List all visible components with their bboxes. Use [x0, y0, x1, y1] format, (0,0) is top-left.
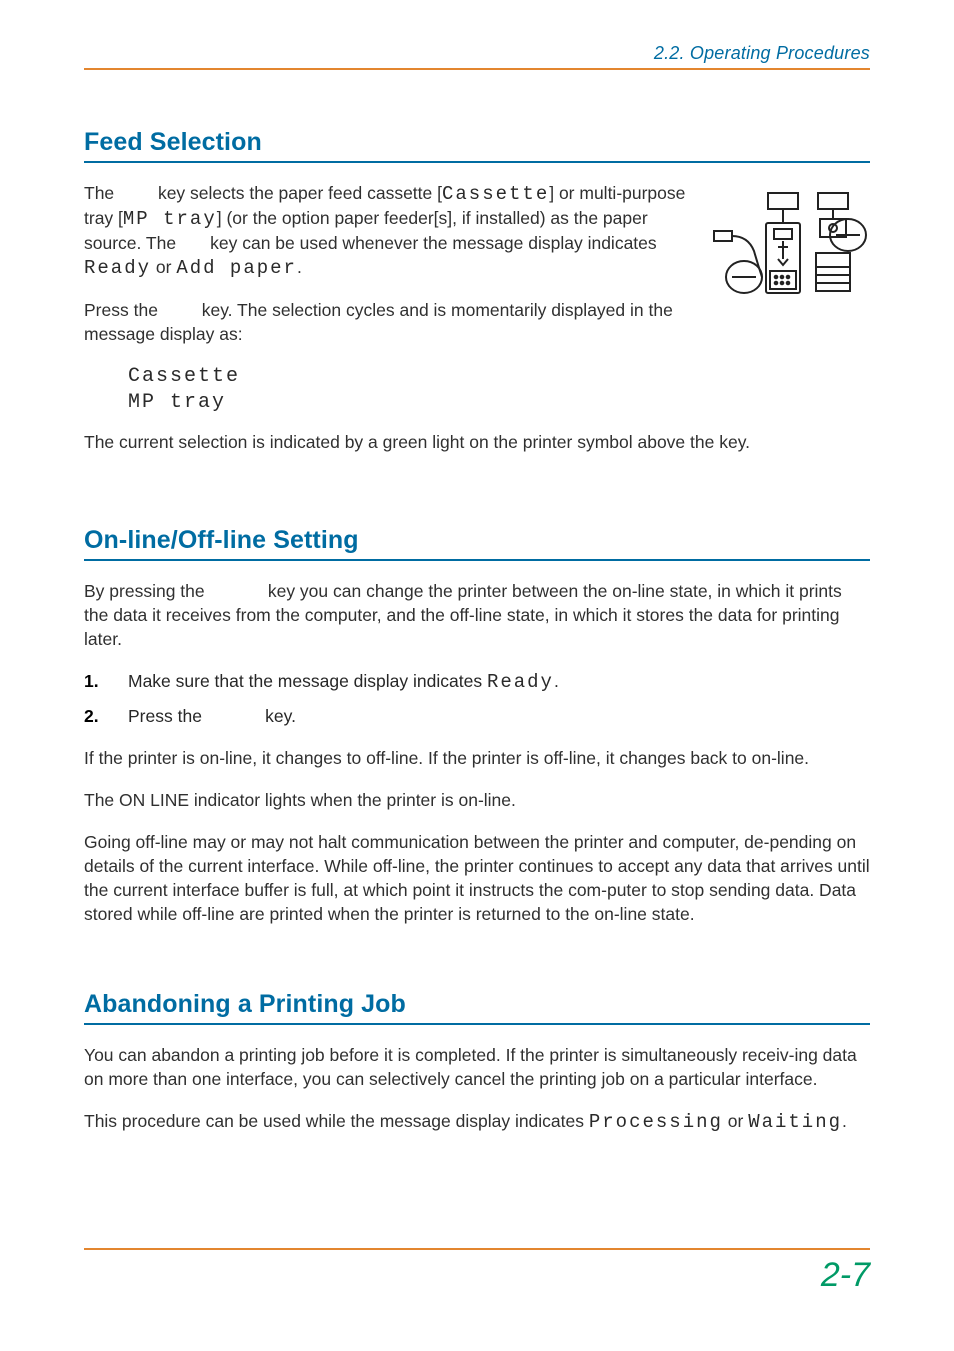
body-text: The key selects the paper feed cassette …	[84, 181, 688, 280]
step-item: Press the key.	[84, 704, 870, 728]
top-rule	[84, 68, 870, 70]
feed-selection-text: The key selects the paper feed cassette …	[84, 181, 688, 364]
heading-rule	[84, 1023, 870, 1025]
footer: 2-7	[84, 1248, 870, 1295]
lcd-text: Waiting	[748, 1111, 842, 1133]
text: key selects the paper feed cassette [	[153, 183, 442, 203]
lcd-block: Cassette MP tray	[128, 364, 870, 416]
bottom-rule	[84, 1248, 870, 1250]
lcd-line: MP tray	[128, 390, 870, 416]
page-number: 2-7	[84, 1256, 870, 1295]
lcd-text: Ready	[487, 671, 554, 693]
text: key can be used whenever the message dis…	[205, 233, 656, 253]
body-text: Press the key. The selection cycles and …	[84, 298, 688, 346]
heading-feed-selection: Feed Selection	[84, 128, 870, 157]
key-placeholder	[209, 581, 262, 601]
body-text: The current selection is indicated by a …	[84, 430, 870, 454]
body-text: If the printer is on-line, it changes to…	[84, 746, 870, 770]
body-text: Going off-line may or may not halt commu…	[84, 830, 870, 926]
feed-selection-block: The key selects the paper feed cassette …	[84, 181, 870, 364]
lcd-text: MP tray	[123, 208, 217, 230]
text: Press the	[84, 300, 163, 320]
printer-panel-svg	[708, 181, 870, 309]
text: .	[297, 257, 302, 277]
text: key.	[260, 706, 296, 726]
lcd-text: Processing	[589, 1111, 723, 1133]
text: The	[84, 183, 119, 203]
page: 2.2. Operating Procedures Feed Selection…	[0, 0, 954, 1351]
text: .	[554, 671, 559, 691]
text: By pressing the	[84, 581, 209, 601]
lcd-text: Cassette	[442, 183, 549, 205]
lcd-text: Ready	[84, 257, 151, 279]
heading-online-offline: On-line/Off-line Setting	[84, 526, 870, 555]
body-text: The ON LINE indicator lights when the pr…	[84, 788, 870, 812]
body-text: By pressing the key you can change the p…	[84, 579, 870, 651]
text: Press the	[128, 706, 207, 726]
text: This procedure can be used while the mes…	[84, 1111, 589, 1131]
key-placeholder	[163, 300, 197, 320]
lcd-line: Cassette	[128, 364, 870, 390]
running-head: 2.2. Operating Procedures	[84, 43, 870, 64]
heading-rule	[84, 559, 870, 561]
key-placeholder	[207, 706, 260, 726]
step-item: Make sure that the message display indic…	[84, 669, 870, 694]
text: Make sure that the message display indic…	[128, 671, 487, 691]
heading-abandoning: Abandoning a Printing Job	[84, 990, 870, 1019]
text: .	[842, 1111, 847, 1131]
numbered-steps: Make sure that the message display indic…	[84, 669, 870, 728]
heading-rule	[84, 161, 870, 163]
body-text: You can abandon a printing job before it…	[84, 1043, 870, 1091]
text: or	[723, 1111, 748, 1131]
body-text: This procedure can be used while the mes…	[84, 1109, 870, 1134]
key-placeholder	[119, 183, 153, 203]
printer-panel-icon	[708, 181, 870, 309]
key-placeholder	[181, 233, 205, 253]
lcd-text: Add paper	[176, 257, 297, 279]
text: or	[151, 257, 176, 277]
